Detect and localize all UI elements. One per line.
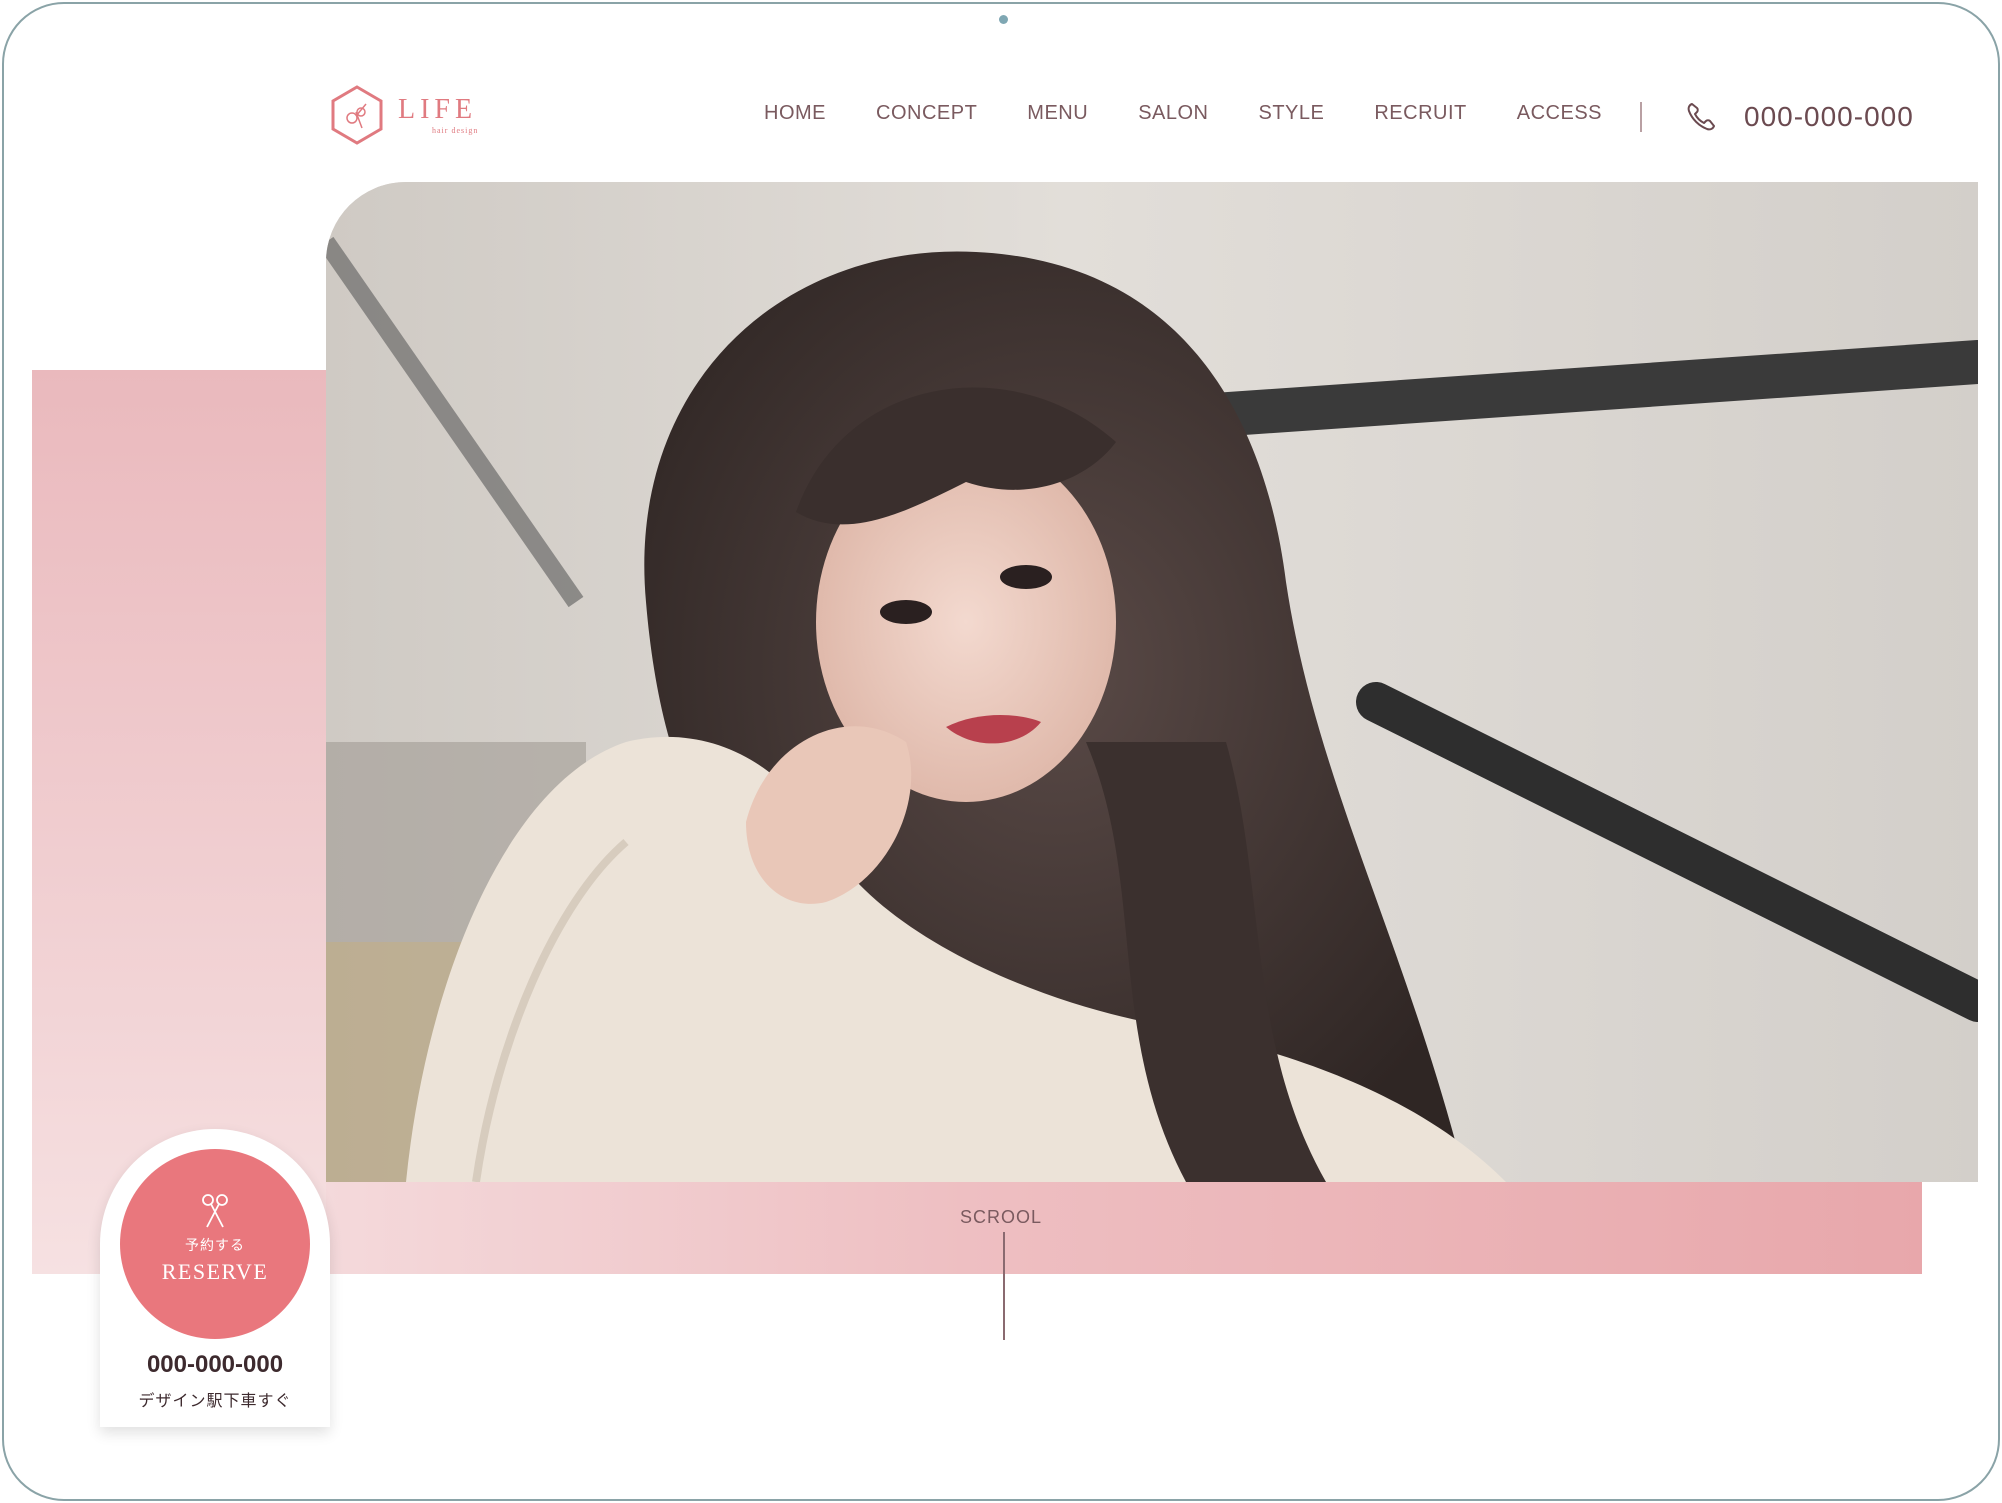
phone-icon[interactable]	[1684, 100, 1718, 134]
nav-concept[interactable]: CONCEPT	[876, 102, 977, 125]
header-phone-number[interactable]: 000-000-000	[1744, 101, 1914, 133]
nav-divider	[1640, 102, 1642, 132]
scroll-label: SCROOL	[960, 1207, 1043, 1227]
nav-recruit[interactable]: RECRUIT	[1374, 102, 1466, 125]
main-nav: HOME CONCEPT MENU SALON STYLE RECRUIT AC…	[764, 102, 1652, 125]
hexagon-logo-icon	[331, 85, 383, 145]
brand-tagline: hair design	[432, 125, 479, 135]
reserve-station-note: デザイン駅下車すぐ	[138, 1391, 292, 1410]
reserve-card: 予約する RESERVE 000-000-000 デザイン駅下車すぐ	[100, 1129, 330, 1427]
scroll-line	[1003, 1232, 1005, 1340]
hero-image	[326, 182, 1978, 1182]
nav-access[interactable]: ACCESS	[1517, 102, 1602, 125]
reserve-phone-number[interactable]: 000-000-000	[100, 1351, 330, 1379]
camera-dot	[999, 15, 1008, 24]
brand-logo[interactable]: LIFE hair design	[326, 84, 478, 146]
pink-bottom-band	[326, 1182, 1922, 1274]
reserve-button[interactable]: 予約する RESERVE	[120, 1149, 310, 1339]
reserve-label-en: RESERVE	[161, 1259, 269, 1284]
nav-home[interactable]: HOME	[764, 102, 826, 125]
nav-salon[interactable]: SALON	[1138, 102, 1208, 125]
nav-style[interactable]: STYLE	[1259, 102, 1325, 125]
device-frame: LIFE hair design HOME CONCEPT MENU SALON…	[2, 2, 2000, 1501]
reserve-label-jp: 予約する	[185, 1237, 245, 1253]
nav-menu[interactable]: MENU	[1027, 102, 1088, 125]
scissors-icon	[202, 1194, 228, 1228]
brand-name: LIFE	[398, 93, 478, 125]
hero-photo-illustration	[326, 182, 1978, 1182]
